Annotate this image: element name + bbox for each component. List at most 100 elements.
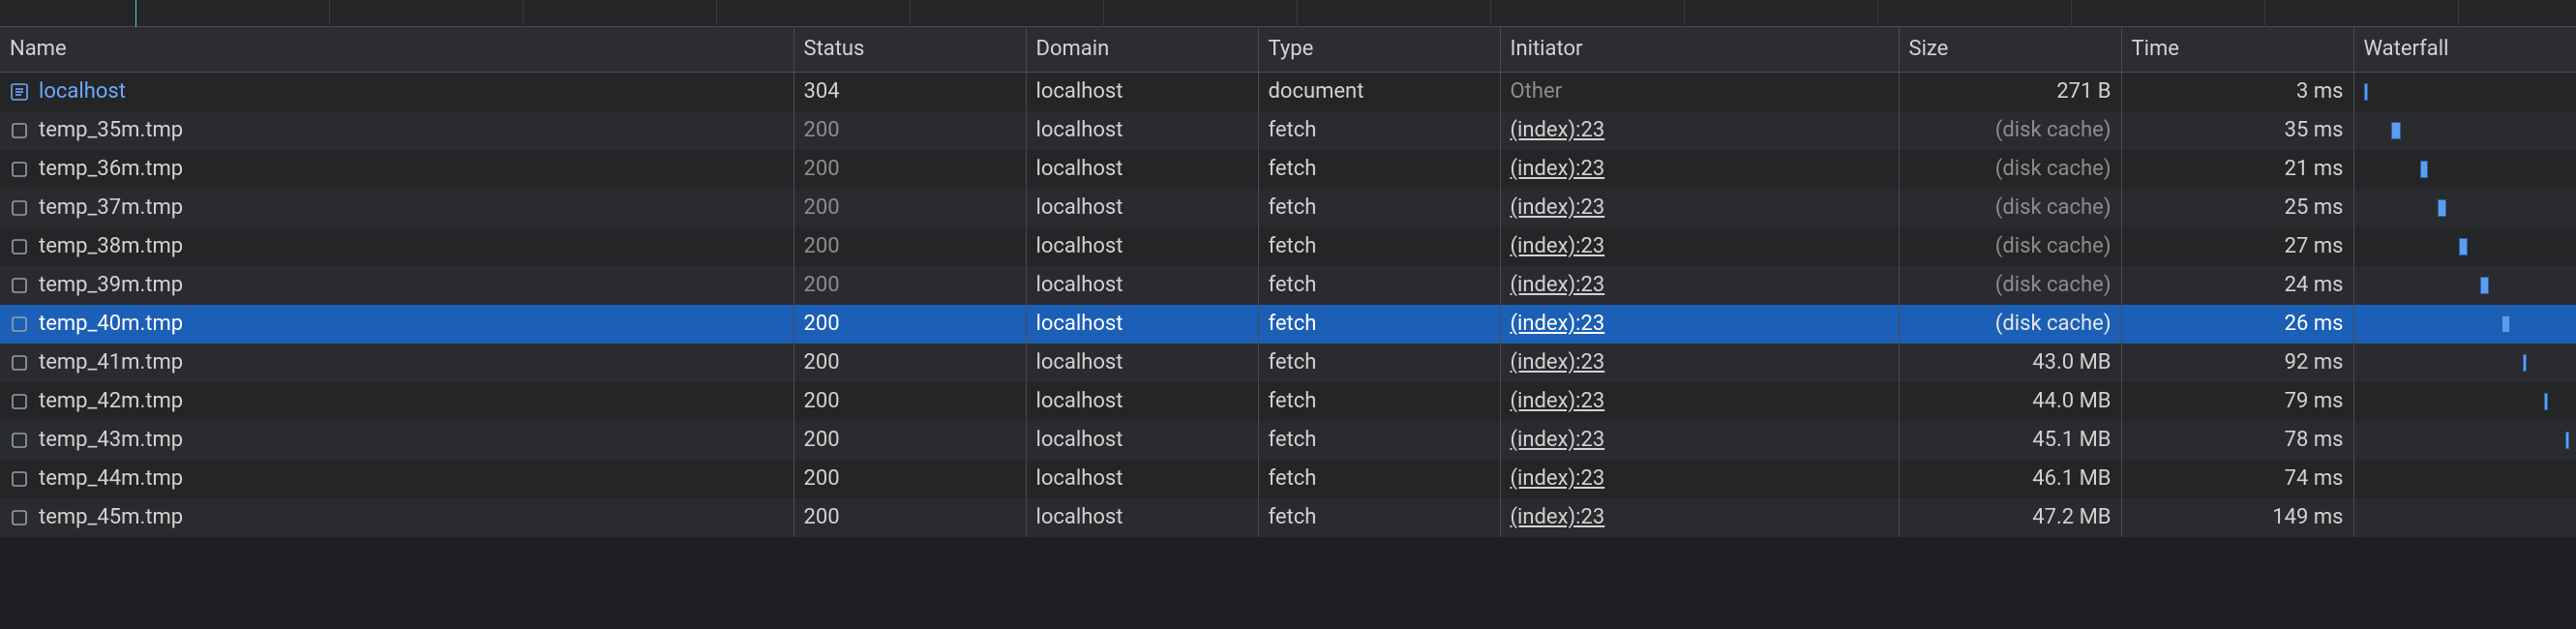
cell-waterfall[interactable]	[2353, 344, 2576, 382]
cell-initiator[interactable]: (index):23	[1500, 382, 1899, 421]
cell-name[interactable]: temp_36m.tmp	[0, 150, 794, 189]
cell-waterfall[interactable]	[2353, 72, 2576, 111]
table-row[interactable]: temp_42m.tmp200localhostfetch(index):234…	[0, 382, 2576, 421]
initiator-text[interactable]: (index):23	[1511, 505, 1605, 529]
file-icon	[10, 314, 29, 334]
initiator-text[interactable]: (index):23	[1511, 350, 1605, 374]
initiator-text[interactable]: (index):23	[1511, 428, 1605, 452]
initiator-text[interactable]: (index):23	[1511, 389, 1605, 413]
waterfall-bar	[2544, 393, 2548, 410]
waterfall-lane	[2364, 344, 2566, 382]
cell-size: 46.1 MB	[1899, 460, 2121, 498]
cell-time: 27 ms	[2121, 227, 2353, 266]
cell-waterfall[interactable]	[2353, 150, 2576, 189]
cell-size: (disk cache)	[1899, 150, 2121, 189]
col-header-size[interactable]: Size	[1899, 27, 2121, 72]
cell-initiator[interactable]: (index):23	[1500, 189, 1899, 227]
cell-name[interactable]: temp_37m.tmp	[0, 189, 794, 227]
cell-initiator[interactable]: (index):23	[1500, 421, 1899, 460]
col-header-waterfall[interactable]: Waterfall	[2353, 27, 2576, 72]
cell-waterfall[interactable]	[2353, 305, 2576, 344]
table-row[interactable]: localhost304localhostdocumentOther271 B3…	[0, 72, 2576, 111]
cell-waterfall[interactable]	[2353, 111, 2576, 150]
cell-initiator[interactable]: (index):23	[1500, 150, 1899, 189]
cell-name[interactable]: temp_41m.tmp	[0, 344, 794, 382]
waterfall-lane	[2364, 421, 2566, 460]
cell-name[interactable]: temp_45m.tmp	[0, 498, 794, 537]
col-header-type[interactable]: Type	[1258, 27, 1500, 72]
cell-status: 200	[794, 227, 1026, 266]
cell-name[interactable]: temp_35m.tmp	[0, 111, 794, 150]
cell-name[interactable]: temp_43m.tmp	[0, 421, 794, 460]
cell-type: fetch	[1258, 189, 1500, 227]
initiator-text[interactable]: (index):23	[1511, 466, 1605, 491]
waterfall-bar	[2459, 238, 2468, 255]
initiator-text[interactable]: (index):23	[1511, 157, 1605, 181]
timeline-tick	[2071, 0, 2072, 27]
initiator-text[interactable]: (index):23	[1511, 273, 1605, 297]
table-row[interactable]: temp_41m.tmp200localhostfetch(index):234…	[0, 344, 2576, 382]
request-name: temp_40m.tmp	[39, 312, 183, 336]
cell-waterfall[interactable]	[2353, 382, 2576, 421]
cell-initiator[interactable]: (index):23	[1500, 227, 1899, 266]
waterfall-bar	[2565, 432, 2569, 449]
cell-name[interactable]: temp_44m.tmp	[0, 460, 794, 498]
cell-initiator[interactable]: (index):23	[1500, 498, 1899, 537]
cell-waterfall[interactable]	[2353, 460, 2576, 498]
table-row[interactable]: temp_35m.tmp200localhostfetch(index):23(…	[0, 111, 2576, 150]
table-row[interactable]: temp_43m.tmp200localhostfetch(index):234…	[0, 421, 2576, 460]
cell-time: 26 ms	[2121, 305, 2353, 344]
cell-initiator[interactable]: (index):23	[1500, 344, 1899, 382]
waterfall-bar	[2438, 199, 2446, 217]
table-row[interactable]: temp_40m.tmp200localhostfetch(index):23(…	[0, 305, 2576, 344]
timeline-tick	[1877, 0, 1878, 27]
col-header-domain[interactable]: Domain	[1026, 27, 1258, 72]
initiator-text[interactable]: (index):23	[1511, 118, 1605, 142]
table-row[interactable]: temp_39m.tmp200localhostfetch(index):23(…	[0, 266, 2576, 305]
request-name: temp_44m.tmp	[39, 466, 183, 491]
cell-domain: localhost	[1026, 305, 1258, 344]
table-row[interactable]: temp_37m.tmp200localhostfetch(index):23(…	[0, 189, 2576, 227]
cell-domain: localhost	[1026, 344, 1258, 382]
col-header-status[interactable]: Status	[794, 27, 1026, 72]
cell-name[interactable]: temp_40m.tmp	[0, 305, 794, 344]
cell-waterfall[interactable]	[2353, 266, 2576, 305]
col-header-name[interactable]: Name	[0, 27, 794, 72]
file-icon	[10, 392, 29, 411]
cell-domain: localhost	[1026, 382, 1258, 421]
table-row[interactable]: temp_45m.tmp200localhostfetch(index):234…	[0, 498, 2576, 537]
cell-initiator[interactable]: (index):23	[1500, 266, 1899, 305]
table-row[interactable]: temp_44m.tmp200localhostfetch(index):234…	[0, 460, 2576, 498]
cell-initiator[interactable]: (index):23	[1500, 460, 1899, 498]
cell-name[interactable]: temp_39m.tmp	[0, 266, 794, 305]
file-icon	[10, 276, 29, 295]
cell-waterfall[interactable]	[2353, 227, 2576, 266]
cell-status: 304	[794, 72, 1026, 111]
file-icon	[10, 508, 29, 527]
table-row[interactable]: temp_36m.tmp200localhostfetch(index):23(…	[0, 150, 2576, 189]
timeline-overview[interactable]	[0, 0, 2576, 27]
cell-status: 200	[794, 498, 1026, 537]
cell-time: 149 ms	[2121, 498, 2353, 537]
cell-name[interactable]: localhost	[0, 72, 794, 111]
col-header-initiator[interactable]: Initiator	[1500, 27, 1899, 72]
cell-waterfall[interactable]	[2353, 498, 2576, 537]
cell-waterfall[interactable]	[2353, 421, 2576, 460]
cell-name[interactable]: temp_38m.tmp	[0, 227, 794, 266]
initiator-text[interactable]: (index):23	[1511, 312, 1605, 336]
cell-name[interactable]: temp_42m.tmp	[0, 382, 794, 421]
timeline-tick	[523, 0, 524, 27]
col-header-time[interactable]: Time	[2121, 27, 2353, 72]
document-icon	[10, 82, 29, 102]
cell-time: 3 ms	[2121, 72, 2353, 111]
cell-status: 200	[794, 344, 1026, 382]
request-name: temp_42m.tmp	[39, 389, 183, 413]
cell-initiator[interactable]: (index):23	[1500, 305, 1899, 344]
initiator-text[interactable]: (index):23	[1511, 195, 1605, 220]
cell-initiator[interactable]: (index):23	[1500, 111, 1899, 150]
cell-waterfall[interactable]	[2353, 189, 2576, 227]
table-row[interactable]: temp_38m.tmp200localhostfetch(index):23(…	[0, 227, 2576, 266]
cell-size: 47.2 MB	[1899, 498, 2121, 537]
cell-size: (disk cache)	[1899, 305, 2121, 344]
initiator-text[interactable]: (index):23	[1511, 234, 1605, 258]
